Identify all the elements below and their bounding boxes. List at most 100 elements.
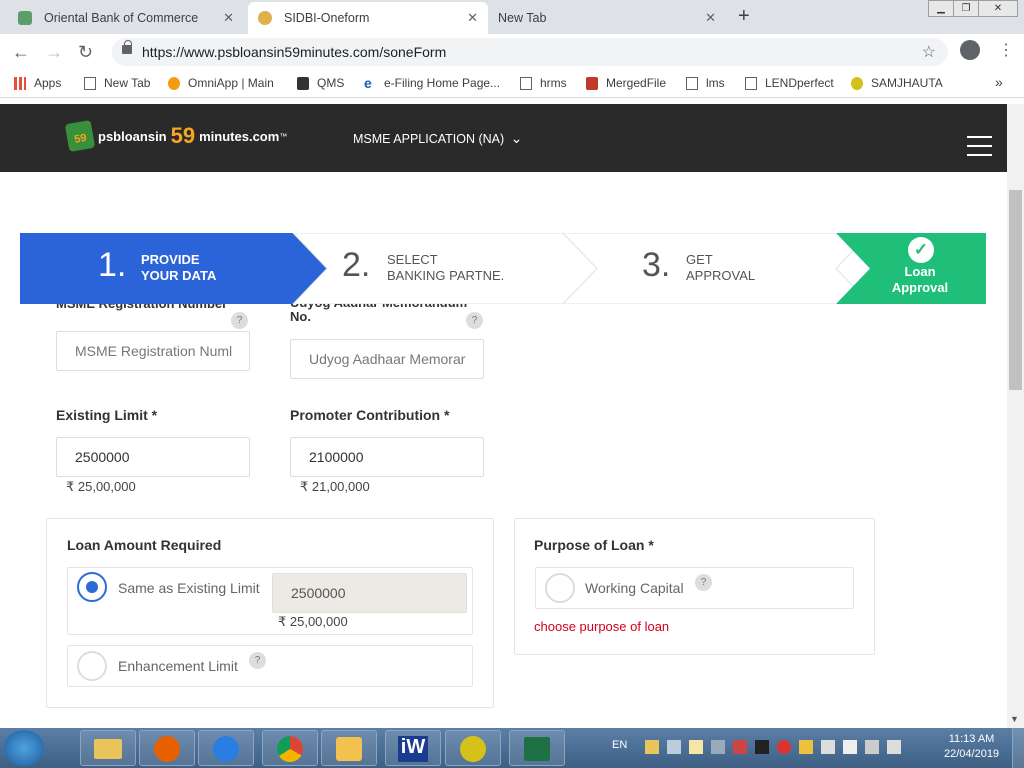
same-as-amount-words: ₹ 25,00,000 <box>278 614 348 629</box>
bookmark-lms[interactable]: lms <box>686 76 725 90</box>
help-icon[interactable]: ? <box>231 312 248 329</box>
tray-mail-icon[interactable] <box>689 740 703 754</box>
existing-limit-input[interactable]: 2500000 <box>56 437 250 477</box>
application-menu[interactable]: MSME APPLICATION (NA) ⌄ <box>353 130 522 147</box>
restore-window-button[interactable]: ❐ <box>953 0 979 17</box>
ie-icon: e <box>364 74 372 91</box>
samjhauta-taskbar-icon[interactable] <box>445 730 501 766</box>
ie-taskbar-icon[interactable] <box>198 730 254 766</box>
existing-limit-words: ₹ 25,00,000 <box>66 479 136 494</box>
hamburger-menu-icon[interactable] <box>967 136 992 156</box>
promoter-contribution-input[interactable]: 2100000 <box>290 437 484 477</box>
step-2-number: 2. <box>342 246 371 284</box>
help-icon[interactable]: ? <box>695 574 712 591</box>
start-button-icon[interactable] <box>4 730 44 766</box>
excel-taskbar-icon[interactable] <box>509 730 565 766</box>
address-bar[interactable]: https://www.psbloansin59minutes.com/sone… <box>112 38 948 66</box>
clock[interactable]: 11:13 AM 22/04/2019 <box>944 733 999 760</box>
close-tab-icon[interactable]: ✕ <box>705 10 716 26</box>
tray-action-flag-icon[interactable] <box>843 740 857 754</box>
browser-toolbar: ← → ↻ https://www.psbloansin59minutes.co… <box>0 34 1024 70</box>
tray-display-icon[interactable] <box>821 740 835 754</box>
outlook-taskbar-icon[interactable] <box>321 730 377 766</box>
bookmark-efiling[interactable]: e e-Filing Home Page... <box>364 74 501 91</box>
bookmark-label: New Tab <box>104 76 151 90</box>
bookmark-mergedfile[interactable]: MergedFile <box>586 76 666 90</box>
tray-shield-icon[interactable] <box>645 740 659 754</box>
back-arrow-icon[interactable]: ← <box>12 42 30 63</box>
minimize-window-button[interactable]: ▁ <box>928 0 954 17</box>
bookmarks-bar: Apps New Tab OmniApp | Main QMS e e-Fili… <box>0 70 1024 98</box>
tray-app-icon[interactable] <box>755 740 769 754</box>
step-1-number: 1. <box>98 246 127 284</box>
new-tab-plus-icon[interactable]: + <box>738 5 750 28</box>
working-capital-option[interactable] <box>535 567 854 609</box>
reload-icon[interactable]: ↻ <box>78 42 93 63</box>
same-as-radio[interactable] <box>77 572 107 602</box>
firefox-taskbar-icon[interactable] <box>139 730 195 766</box>
checkmark-icon: ✓ <box>908 237 934 263</box>
close-tab-icon[interactable]: ✕ <box>467 10 478 26</box>
tray-network-icon[interactable] <box>667 740 681 754</box>
step-1-line2: YOUR DATA <box>141 268 217 283</box>
enhancement-label: Enhancement Limit <box>118 658 238 674</box>
page-icon <box>686 76 698 90</box>
browser-tab-strip: Oriental Bank of Commerce ✕ SIDBI-Onefor… <box>0 0 1024 34</box>
tray-outlook-icon[interactable] <box>799 740 813 754</box>
tab-sidbi-oneform[interactable]: SIDBI-Oneform ✕ <box>248 2 488 34</box>
tray-flag-icon[interactable] <box>733 740 747 754</box>
bookmark-hrms[interactable]: hrms <box>520 76 567 90</box>
tray-battery-icon[interactable] <box>865 740 879 754</box>
tab-new-tab[interactable]: New Tab ✕ <box>488 2 726 34</box>
language-indicator[interactable]: EN <box>612 739 627 751</box>
clock-time: 11:13 AM <box>948 733 995 745</box>
sidbi-favicon-icon <box>258 11 272 25</box>
scrollbar-thumb[interactable] <box>1009 190 1022 390</box>
bookmark-star-icon[interactable]: ☆ <box>922 42 936 62</box>
menu-kebab-icon[interactable]: ⋮ <box>998 40 1014 60</box>
tray-printer-icon[interactable] <box>711 740 725 754</box>
windows-taskbar: iW EN 11:13 AM 22/04/2019 <box>0 728 1024 768</box>
bookmarks-overflow-icon[interactable]: » <box>995 74 1003 90</box>
tab-oriental-bank[interactable]: Oriental Bank of Commerce ✕ <box>8 2 244 34</box>
help-icon[interactable]: ? <box>466 312 483 329</box>
bookmark-samjhauta[interactable]: SAMJHAUTA <box>851 76 943 90</box>
bookmark-label: LENDperfect <box>765 76 834 90</box>
purpose-of-loan-title: Purpose of Loan * <box>534 537 654 553</box>
chevron-down-icon: ⌄ <box>510 130 523 146</box>
bookmark-new-tab[interactable]: New Tab <box>84 76 150 90</box>
profile-avatar-icon[interactable] <box>960 40 980 60</box>
logo-tm: ™ <box>279 131 288 141</box>
bookmark-label: QMS <box>317 76 345 90</box>
chrome-taskbar-icon[interactable] <box>262 730 318 766</box>
bookmark-omniapp[interactable]: OmniApp | Main <box>168 76 274 90</box>
forward-arrow-icon[interactable]: → <box>45 42 63 63</box>
msme-registration-input[interactable]: MSME Registration Numl <box>56 331 250 371</box>
step-3-number: 3. <box>642 246 671 284</box>
close-window-button[interactable]: ✕ <box>978 0 1018 17</box>
close-tab-icon[interactable]: ✕ <box>223 10 234 26</box>
apps-grid-icon <box>14 76 26 90</box>
step-4-line1: Loan <box>904 264 936 279</box>
loan-amount-title: Loan Amount Required <box>67 537 222 553</box>
explorer-taskbar-icon[interactable] <box>80 730 136 766</box>
site-logo[interactable]: 59 psbloansin 59 minutes.com ™ <box>64 119 288 153</box>
udyog-aadhar-input[interactable]: Udyog Aadhaar Memorar <box>290 339 484 379</box>
logo-text-1: psbloansin <box>98 128 167 144</box>
tray-volume-icon[interactable] <box>887 740 901 754</box>
iw-taskbar-icon[interactable]: iW <box>385 730 441 766</box>
enhancement-radio[interactable] <box>77 651 107 681</box>
promoter-contribution-words: ₹ 21,00,000 <box>300 479 370 494</box>
working-capital-radio[interactable] <box>545 573 575 603</box>
step-2-line2: BANKING PARTNE. <box>387 268 505 283</box>
step-4-line2: Approval <box>891 280 949 295</box>
show-desktop-button[interactable] <box>1012 728 1024 768</box>
same-as-amount-input: 2500000 <box>272 573 467 613</box>
scroll-down-arrow-icon[interactable]: ▼ <box>1010 714 1019 724</box>
bookmark-qms[interactable]: QMS <box>297 76 344 90</box>
bookmark-label: e-Filing Home Page... <box>384 76 501 90</box>
tray-antivirus-icon[interactable] <box>777 740 791 754</box>
bookmark-apps[interactable]: Apps <box>14 76 61 90</box>
bookmark-lendperfect[interactable]: LENDperfect <box>745 76 834 90</box>
help-icon[interactable]: ? <box>249 652 266 669</box>
